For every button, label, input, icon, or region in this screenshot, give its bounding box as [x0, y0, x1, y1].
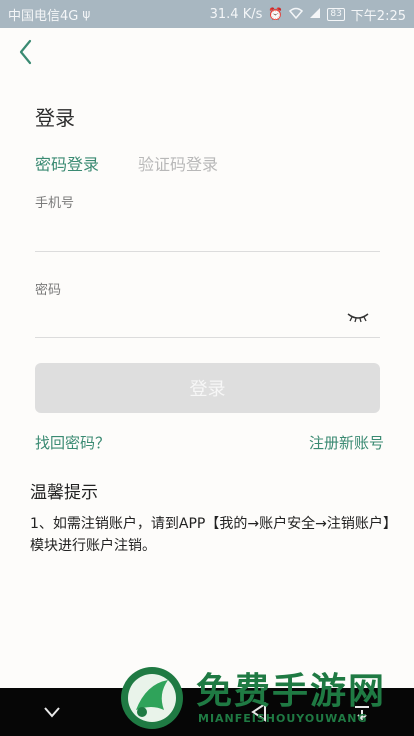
status-bar: 中国电信4G ψ 31.4 K/s ⏰ 83 下午2:25	[0, 0, 414, 28]
watermark-subtitle: MIANFEISHOUYOUWANG	[198, 712, 368, 725]
tips-title: 温馨提示	[30, 483, 98, 503]
alarm-icon: ⏰	[268, 7, 284, 21]
password-input[interactable]	[35, 306, 380, 338]
forgot-password-link[interactable]: 找回密码？	[35, 432, 110, 453]
watermark-title: 免费手游网	[196, 671, 387, 712]
phone-label: 手机号	[35, 196, 75, 211]
page-title: 登录	[35, 106, 75, 130]
network-speed: 31.4 K/s	[209, 6, 263, 22]
status-time: 下午2:25	[350, 8, 406, 24]
eye-closed-icon[interactable]	[346, 309, 370, 325]
password-label: 密码	[35, 283, 62, 298]
usb-icon: ψ	[82, 7, 91, 21]
tips-body: 1、如需注销账户，请到APP【我的→账户安全→注销账户】模块进行账户注销。	[30, 516, 390, 554]
phone-input[interactable]	[35, 220, 380, 252]
back-button[interactable]	[14, 36, 44, 68]
collapse-icon[interactable]	[40, 700, 64, 724]
login-button[interactable]: 登录	[35, 363, 380, 413]
watermark-logo-icon	[121, 667, 183, 729]
tab-code-login[interactable]: 验证码登录	[138, 151, 218, 175]
carrier-label: 中国电信4G	[8, 8, 79, 24]
signal-icon	[309, 7, 321, 22]
chevron-left-icon	[19, 39, 32, 65]
register-link[interactable]: 注册新账号	[309, 432, 384, 453]
battery-indicator: 83	[327, 7, 345, 21]
tab-password-login[interactable]: 密码登录	[35, 151, 99, 175]
watermark: 免费手游网 MIANFEISHOUYOUWANG	[118, 660, 408, 732]
wifi-icon	[289, 7, 304, 22]
